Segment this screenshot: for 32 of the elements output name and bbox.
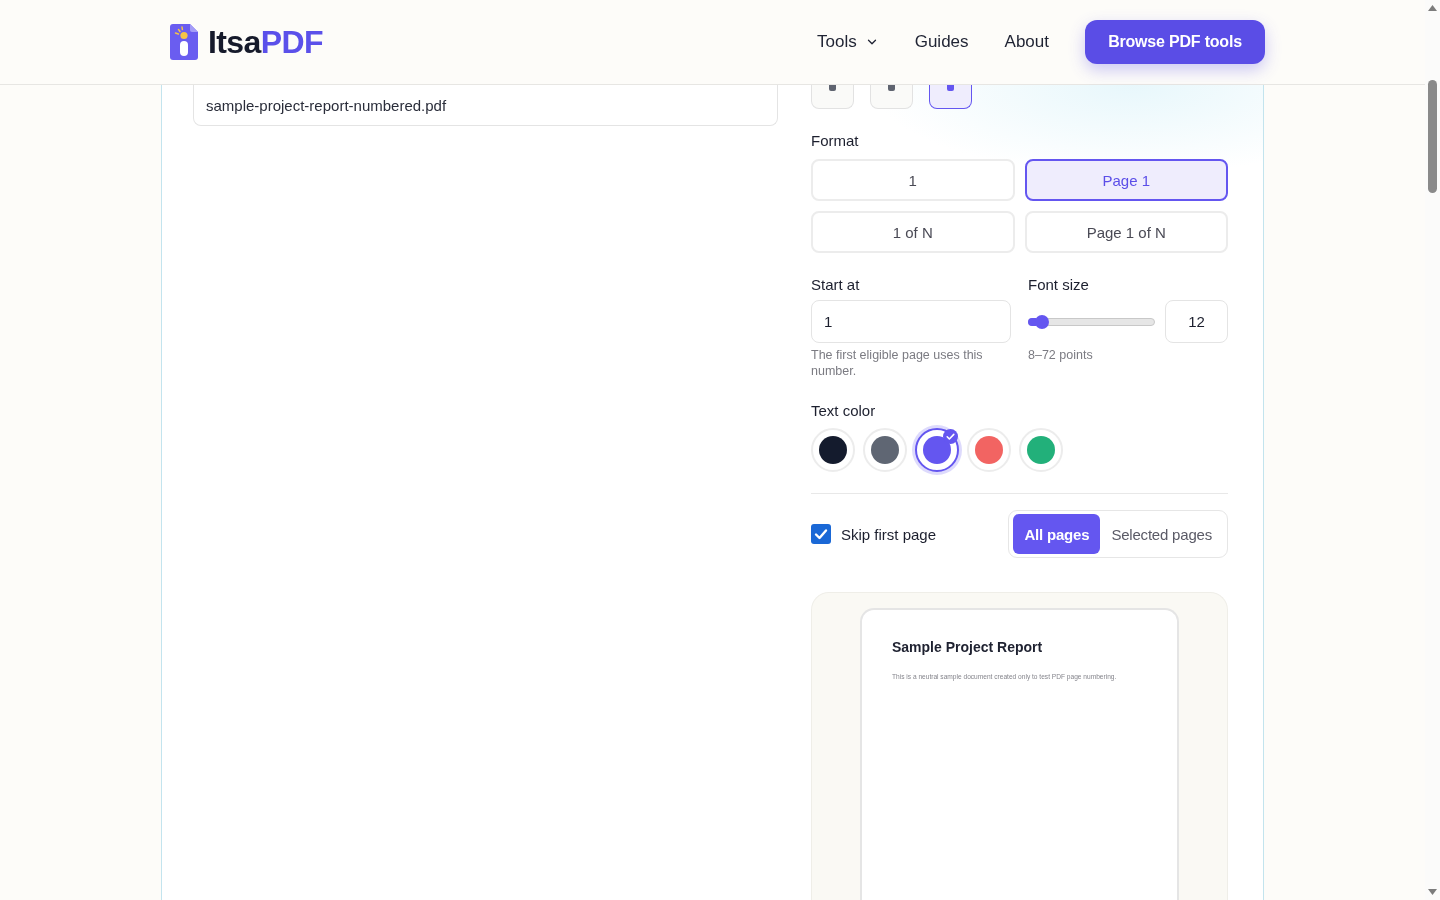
- start-at-input[interactable]: 1: [811, 300, 1011, 343]
- document-title: Sample Project Report: [892, 639, 1043, 655]
- font-size-slider[interactable]: [1028, 317, 1155, 326]
- check-badge-icon: [943, 429, 958, 444]
- color-swatch[interactable]: [915, 428, 959, 472]
- position-option[interactable]: [929, 85, 972, 109]
- format-option[interactable]: 1: [811, 159, 1015, 201]
- skip-first-page-label: Skip first page: [841, 525, 937, 543]
- triangle-down-icon[interactable]: [1428, 889, 1437, 895]
- logo-wordmark[interactable]: ItsaPDF: [208, 24, 323, 60]
- font-size-hint: 8–72 points: [1028, 347, 1093, 363]
- triangle-up-icon[interactable]: [1428, 5, 1437, 11]
- nav-link[interactable]: About: [1004, 31, 1049, 53]
- format-label: Format: [811, 132, 859, 150]
- font-size-input[interactable]: 12: [1165, 300, 1228, 343]
- page-scope-option[interactable]: Selected pages: [1100, 514, 1223, 554]
- logo-icon[interactable]: [170, 24, 198, 60]
- text-color-label: Text color: [811, 402, 876, 420]
- tools-menu[interactable]: Tools: [817, 31, 879, 53]
- format-option[interactable]: 1 of N: [811, 211, 1015, 253]
- format-option[interactable]: Page 1: [1024, 159, 1228, 201]
- skip-first-page-checkbox[interactable]: [811, 524, 831, 544]
- filename-field[interactable]: sample-project-report-numbered.pdf: [193, 85, 778, 126]
- scrollbar-thumb[interactable]: [1428, 80, 1437, 193]
- start-at-label: Start at: [811, 276, 860, 294]
- format-option[interactable]: Page 1 of N: [1024, 211, 1228, 253]
- start-at-hint: The first eligible page uses this number.: [811, 347, 984, 379]
- browse-tools-button[interactable]: Browse PDF tools: [1085, 20, 1265, 64]
- nav-link[interactable]: Guides: [914, 31, 969, 53]
- font-size-label: Font size: [1028, 276, 1089, 294]
- slider-thumb[interactable]: [1034, 314, 1049, 329]
- page-scope-option[interactable]: All pages: [1013, 514, 1101, 554]
